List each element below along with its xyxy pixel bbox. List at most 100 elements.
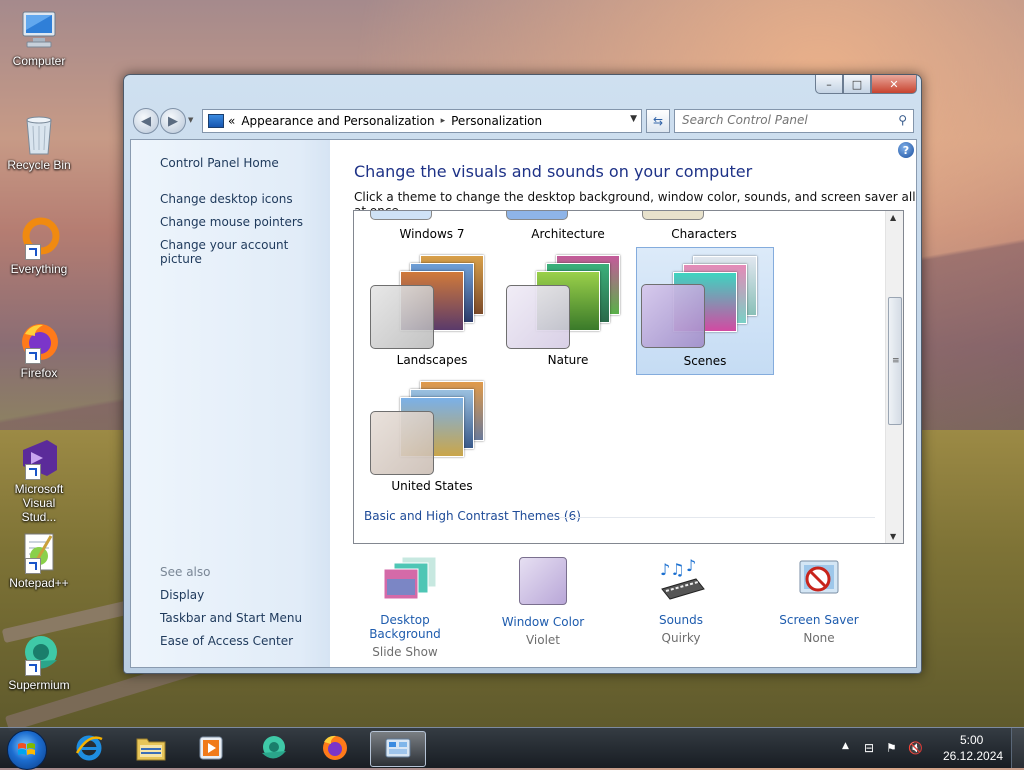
maximize-button[interactable]: □ <box>843 75 871 94</box>
window-caption-buttons: – □ ✕ <box>815 75 917 94</box>
theme-thumbnail[interactable] <box>642 211 704 220</box>
sounds-icon: ♪♫ ♪ <box>656 555 706 605</box>
refresh-icon: ⇆ <box>652 114 664 128</box>
clock-time[interactable]: 5:00 <box>960 733 983 747</box>
search-input[interactable] <box>675 110 882 130</box>
desktop-icon-recycle-bin[interactable]: Recycle Bin <box>4 112 74 172</box>
shortcut-arrow-icon <box>25 464 41 480</box>
window-color-swatch <box>641 284 705 348</box>
basic-high-contrast-themes-link[interactable]: Basic and High Contrast Themes (6) <box>364 509 581 523</box>
firefox-icon <box>323 735 347 760</box>
desktop-icon-label: Recycle Bin <box>7 158 71 172</box>
desktop-icon-notepad-plus-plus[interactable]: Notepad++ <box>4 530 74 590</box>
theme-thumbnail[interactable] <box>370 211 432 220</box>
minimize-button[interactable]: – <box>815 75 843 94</box>
taskbar-start-menu-link[interactable]: Taskbar and Start Menu <box>160 611 302 625</box>
help-icon[interactable]: ? <box>898 142 914 158</box>
theme-label: Nature <box>547 353 589 367</box>
desktop-background-icon <box>380 555 437 605</box>
breadcrumb-personalization[interactable]: Personalization <box>451 114 542 128</box>
taskbar-media-player[interactable] <box>184 731 238 765</box>
control-panel-home-link[interactable]: Control Panel Home <box>160 156 279 170</box>
search-icon[interactable]: ⚲ <box>898 113 907 127</box>
sounds-item[interactable]: ♪♫ ♪ Sounds Quirky <box>621 555 741 645</box>
show-hidden-icons-icon[interactable]: ▲ <box>842 741 849 751</box>
network-icon[interactable]: ⊟ <box>864 741 874 755</box>
scrollbar-thumb[interactable]: ≡ <box>888 297 902 425</box>
see-also-heading: See also <box>160 565 211 579</box>
desktop-icon-label: Everything <box>10 262 68 276</box>
breadcrumb-appearance[interactable]: Appearance and Personalization <box>241 114 434 128</box>
show-desktop-button[interactable] <box>1011 728 1024 768</box>
desktop-icon-firefox[interactable]: Firefox <box>4 320 74 380</box>
change-desktop-icons-link[interactable]: Change desktop icons <box>160 192 293 206</box>
taskbar-internet-explorer[interactable] <box>62 731 116 765</box>
action-center-flag-icon[interactable]: ⚑ <box>886 741 897 755</box>
theme-nature[interactable]: Nature <box>500 247 636 373</box>
recent-pages-dropdown[interactable]: ▼ <box>188 116 193 124</box>
control-panel-icon <box>208 114 224 128</box>
refresh-button[interactable]: ⇆ <box>646 109 670 133</box>
media-player-icon <box>199 736 223 760</box>
forward-button[interactable]: ▶ <box>160 108 186 134</box>
change-account-picture-link[interactable]: Change your account picture <box>160 238 330 266</box>
window-color-icon <box>518 557 568 607</box>
change-mouse-pointers-link[interactable]: Change mouse pointers <box>160 215 303 229</box>
search-box[interactable]: ⚲ <box>674 109 914 133</box>
desktop-icon-computer[interactable]: Computer <box>4 8 74 68</box>
volume-muted-icon[interactable]: 🔇 <box>908 741 923 755</box>
back-button[interactable]: ◀ <box>133 108 159 134</box>
start-button[interactable] <box>7 730 47 770</box>
desktop-icon-visual-studio[interactable]: Microsoft Visual Stud... <box>4 436 74 524</box>
internet-explorer-icon <box>75 735 103 761</box>
sounds-label[interactable]: Sounds <box>621 613 741 627</box>
theme-landscapes[interactable]: Landscapes <box>364 247 500 373</box>
svg-text:♪♫: ♪♫ <box>660 560 685 579</box>
theme-scenes[interactable]: Scenes <box>636 247 774 375</box>
desktop-icon-supermium[interactable]: Supermium <box>4 632 74 692</box>
display-link[interactable]: Display <box>160 588 204 602</box>
close-button[interactable]: ✕ <box>871 75 917 94</box>
theme-architecture-label[interactable]: Architecture <box>500 227 636 241</box>
themes-list[interactable]: Windows 7 Architecture Characters Landsc… <box>353 210 904 544</box>
taskbar: ▲ ⊟ ⚑ 🔇 5:00 26.12.2024 <box>0 727 1024 770</box>
folder-icon <box>136 738 166 761</box>
theme-settings-row: Desktop Background Slide Show Window Col… <box>353 555 913 659</box>
notepad-plus-plus-icon <box>17 530 61 574</box>
left-pane: Control Panel Home Change desktop icons … <box>131 140 330 667</box>
theme-label: Scenes <box>683 354 727 368</box>
scroll-up-icon[interactable]: ▲ <box>890 213 896 222</box>
screen-saver-icon <box>794 555 844 605</box>
breadcrumb-separator-icon[interactable]: ▸ <box>441 116 446 126</box>
taskbar-control-panel[interactable] <box>370 731 426 767</box>
theme-united-states[interactable]: United States <box>364 373 500 499</box>
scroll-down-icon[interactable]: ▼ <box>890 532 896 541</box>
recycle-bin-icon <box>17 112 61 156</box>
clock-date[interactable]: 26.12.2024 <box>943 749 1003 763</box>
control-panel-icon <box>385 738 411 758</box>
desktop-background-item[interactable]: Desktop Background Slide Show <box>345 555 465 659</box>
themes-scrollbar[interactable]: ▲ ≡ ▼ <box>885 211 903 543</box>
shortcut-arrow-icon <box>25 558 41 574</box>
navigation-bar: ◀ ▶ ▼ « Appearance and Personalization ▸… <box>130 105 915 135</box>
taskbar-explorer[interactable] <box>124 731 178 765</box>
desktop-icon-everything[interactable]: Everything <box>4 216 74 276</box>
group-divider <box>559 517 875 518</box>
taskbar-firefox[interactable] <box>308 731 362 765</box>
address-dropdown-icon[interactable]: ▼ <box>630 114 637 124</box>
breadcrumb-chevron[interactable]: « <box>228 114 235 128</box>
address-bar[interactable]: « Appearance and Personalization ▸ Perso… <box>202 109 642 133</box>
theme-thumbnail[interactable] <box>506 211 568 220</box>
taskbar-supermium[interactable] <box>246 731 300 765</box>
theme-label: Landscapes <box>396 353 468 367</box>
screen-saver-item[interactable]: Screen Saver None <box>759 555 879 645</box>
system-tray: ▲ ⊟ ⚑ 🔇 5:00 26.12.2024 <box>824 728 1024 768</box>
theme-characters-label[interactable]: Characters <box>636 227 772 241</box>
desktop-background-label[interactable]: Desktop Background <box>345 613 465 641</box>
desktop-icon-label: Supermium <box>8 678 70 692</box>
screen-saver-label[interactable]: Screen Saver <box>759 613 879 627</box>
ease-of-access-link[interactable]: Ease of Access Center <box>160 634 293 648</box>
window-color-item[interactable]: Window Color Violet <box>483 555 603 647</box>
theme-windows7-label[interactable]: Windows 7 <box>364 227 500 241</box>
window-color-label[interactable]: Window Color <box>483 615 603 629</box>
